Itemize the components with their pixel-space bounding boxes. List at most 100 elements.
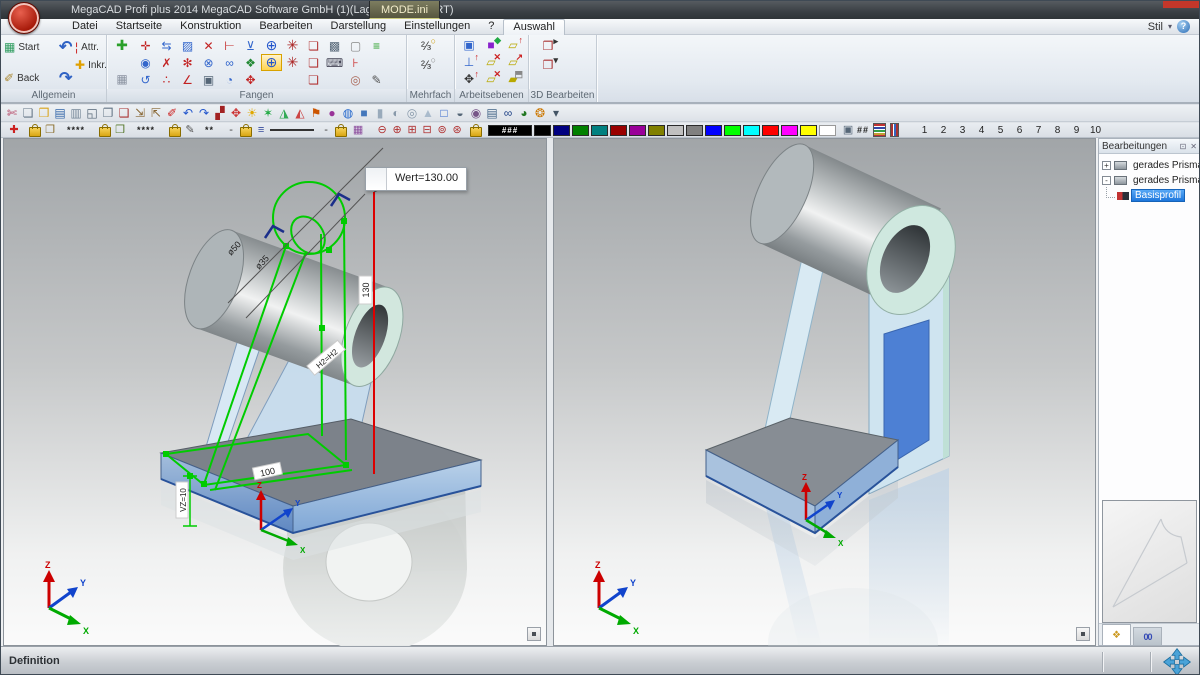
tree-item-prisma-2[interactable]: - gerades Prisma xyxy=(1102,173,1199,188)
sphere-shaded-icon[interactable]: ◐ xyxy=(388,105,404,121)
minus-small-icon-2[interactable]: - xyxy=(319,124,333,137)
menu-hilfe[interactable]: ? xyxy=(479,19,503,34)
ucs-world-icon[interactable]: ✶ xyxy=(260,105,276,121)
snap-trim-icon[interactable]: ⇆ xyxy=(156,37,177,54)
lamp-icon[interactable]: ☀ xyxy=(244,105,260,121)
undo-icon[interactable]: ↶ xyxy=(59,37,72,57)
layer-number-1[interactable]: 1 xyxy=(915,125,934,136)
layer-number-6[interactable]: 6 xyxy=(1010,125,1029,136)
axis-cross-icon[interactable]: ✥ xyxy=(228,105,244,121)
layer-number-5[interactable]: 5 xyxy=(991,125,1010,136)
color-swatch-teal[interactable] xyxy=(591,125,608,136)
attr-button[interactable]: ¦ Attr. xyxy=(75,40,99,54)
stamp-icon[interactable]: ▞ xyxy=(212,105,228,121)
tree-item-basisprofil[interactable]: Basisprofil xyxy=(1102,188,1199,203)
wireframe-box-icon[interactable]: □ xyxy=(436,105,452,121)
viewport-right-corner-button[interactable] xyxy=(1076,627,1090,641)
zoom-out-icon[interactable]: ⊖ xyxy=(375,124,389,137)
copy-view-icon[interactable]: ❐ xyxy=(100,105,116,121)
layer-number-9[interactable]: 9 xyxy=(1067,125,1086,136)
page-setup-icon[interactable]: ❑ xyxy=(116,105,132,121)
menu-konstruktion[interactable]: Konstruktion xyxy=(171,19,250,34)
color-swatch-magenta[interactable] xyxy=(781,125,798,136)
snap-center-icon[interactable]: ⊕ xyxy=(261,37,282,54)
multi-fraction-icon[interactable]: ⅔○ xyxy=(415,38,437,55)
lock-pen-icon[interactable] xyxy=(169,127,181,137)
zoom-in-icon[interactable]: ⊕ xyxy=(390,124,404,137)
tree-item-prisma-1[interactable]: + gerades Prisma xyxy=(1102,158,1199,173)
snap-midpoint-icon[interactable]: ⊗ xyxy=(198,54,219,71)
snap-area-icon[interactable]: ▣ xyxy=(198,71,219,88)
linetype-preview[interactable] xyxy=(270,129,314,131)
stil-dropdown[interactable]: Stil xyxy=(1148,21,1163,33)
import-icon[interactable]: ⇲ xyxy=(132,105,148,121)
layer-number-7[interactable]: 7 xyxy=(1029,125,1048,136)
color-swatch-silver[interactable] xyxy=(667,125,684,136)
tree-expander-icon[interactable]: - xyxy=(1102,176,1111,185)
tree-expander-icon[interactable]: + xyxy=(1102,161,1111,170)
save-file-icon[interactable]: ▤ xyxy=(52,105,68,121)
layer-number-8[interactable]: 8 xyxy=(1048,125,1067,136)
layer-number-10[interactable]: 10 xyxy=(1086,125,1105,136)
color-swatch-green[interactable] xyxy=(572,125,589,136)
pin-icon[interactable]: ⊡ xyxy=(1180,142,1187,151)
open-file-icon[interactable]: ❒ xyxy=(36,105,52,121)
lock-linewidth-icon[interactable] xyxy=(335,127,347,137)
pan-move-icon[interactable] xyxy=(1162,647,1192,675)
help-icon[interactable]: ? xyxy=(1177,20,1190,33)
snap-grid-icon[interactable]: ▦ xyxy=(112,70,133,87)
color-swatch-purple[interactable] xyxy=(629,125,646,136)
print-icon[interactable]: ▥ xyxy=(68,105,84,121)
lock-group-icon[interactable] xyxy=(99,127,111,137)
workplane-origin-icon[interactable]: ✥↑ xyxy=(458,71,480,88)
zoom-previous-icon[interactable]: ⊚ xyxy=(435,124,449,137)
workplane-face-icon[interactable]: ▰⬒ xyxy=(502,71,524,88)
zoom-fit-icon[interactable]: ⊟ xyxy=(420,124,434,137)
inkr-button[interactable]: ✚ Inkr. xyxy=(75,58,107,72)
menu-auswahl[interactable]: Auswahl xyxy=(503,19,565,35)
color-swatch-lime[interactable] xyxy=(724,125,741,136)
keyboard-input-icon[interactable]: ⌨ xyxy=(324,54,345,71)
binoculars-icon[interactable]: ∞ xyxy=(500,105,516,121)
minus-small-icon[interactable]: - xyxy=(224,124,238,137)
color-swatch-olive[interactable] xyxy=(648,125,665,136)
snap-circle-center-icon[interactable]: ◉ xyxy=(135,54,156,71)
tree-item-prisma-2-label[interactable]: gerades Prisma xyxy=(1130,174,1200,187)
element-filter-box2-icon[interactable]: ❏ xyxy=(303,54,324,71)
lock-linetype-icon[interactable] xyxy=(240,127,252,137)
torus-icon[interactable]: ◎ xyxy=(404,105,420,121)
pen-icon[interactable]: ✎ xyxy=(183,124,197,137)
snap-quadrant-icon[interactable]: ✻ xyxy=(177,54,198,71)
color-swatch-white[interactable] xyxy=(819,125,836,136)
color-swatch-gray[interactable] xyxy=(686,125,703,136)
snap-spline-icon[interactable]: ∴ xyxy=(156,71,177,88)
snap-arc-icon[interactable]: ↺ xyxy=(135,71,156,88)
menu-startseite[interactable]: Startseite xyxy=(107,19,171,34)
start-button[interactable]: ▦ Start xyxy=(4,40,39,54)
menu-einstellungen[interactable]: Einstellungen xyxy=(395,19,479,34)
snap-delete-icon[interactable]: ✗ xyxy=(156,54,177,71)
snap-perpendicular-icon[interactable]: ⊢ xyxy=(219,37,240,54)
raster-settings-icon[interactable]: ▩ xyxy=(324,37,345,54)
cylinder-render-icon[interactable]: ▮ xyxy=(372,105,388,121)
right-model-body[interactable] xyxy=(706,138,972,533)
lock-color-icon[interactable] xyxy=(470,127,482,137)
close-button[interactable] xyxy=(1163,1,1199,8)
parts-list-icon[interactable]: ▤ xyxy=(484,105,500,121)
viewport-right[interactable]: Z Y X Z Y X xyxy=(553,138,1096,646)
solid-edit-icon[interactable]: ❒▸ xyxy=(537,38,559,55)
pen-colors-icon[interactable] xyxy=(873,123,886,137)
menu-bearbeiten[interactable]: Bearbeiten xyxy=(250,19,321,34)
lock-attributes-icon[interactable] xyxy=(29,127,41,137)
close-panel-icon[interactable]: ✕ xyxy=(1190,142,1197,151)
stil-caret-icon[interactable]: ▾ xyxy=(1168,22,1172,31)
selection-mode-icon[interactable]: ✄ xyxy=(4,105,20,121)
layers-dialog-icon[interactable]: ❐ xyxy=(43,124,57,137)
tree-item-prisma-1-label[interactable]: gerades Prisma xyxy=(1130,159,1200,172)
erase-icon[interactable]: ✐ xyxy=(164,105,180,121)
snap-points-icon[interactable]: ✛ xyxy=(135,37,156,54)
mode-ini-tab[interactable]: MODE.ini xyxy=(369,1,440,19)
print-preview-icon[interactable]: ◱ xyxy=(84,105,100,121)
color-swatch-cyan[interactable] xyxy=(743,125,760,136)
color-swatch-blue[interactable] xyxy=(705,125,722,136)
